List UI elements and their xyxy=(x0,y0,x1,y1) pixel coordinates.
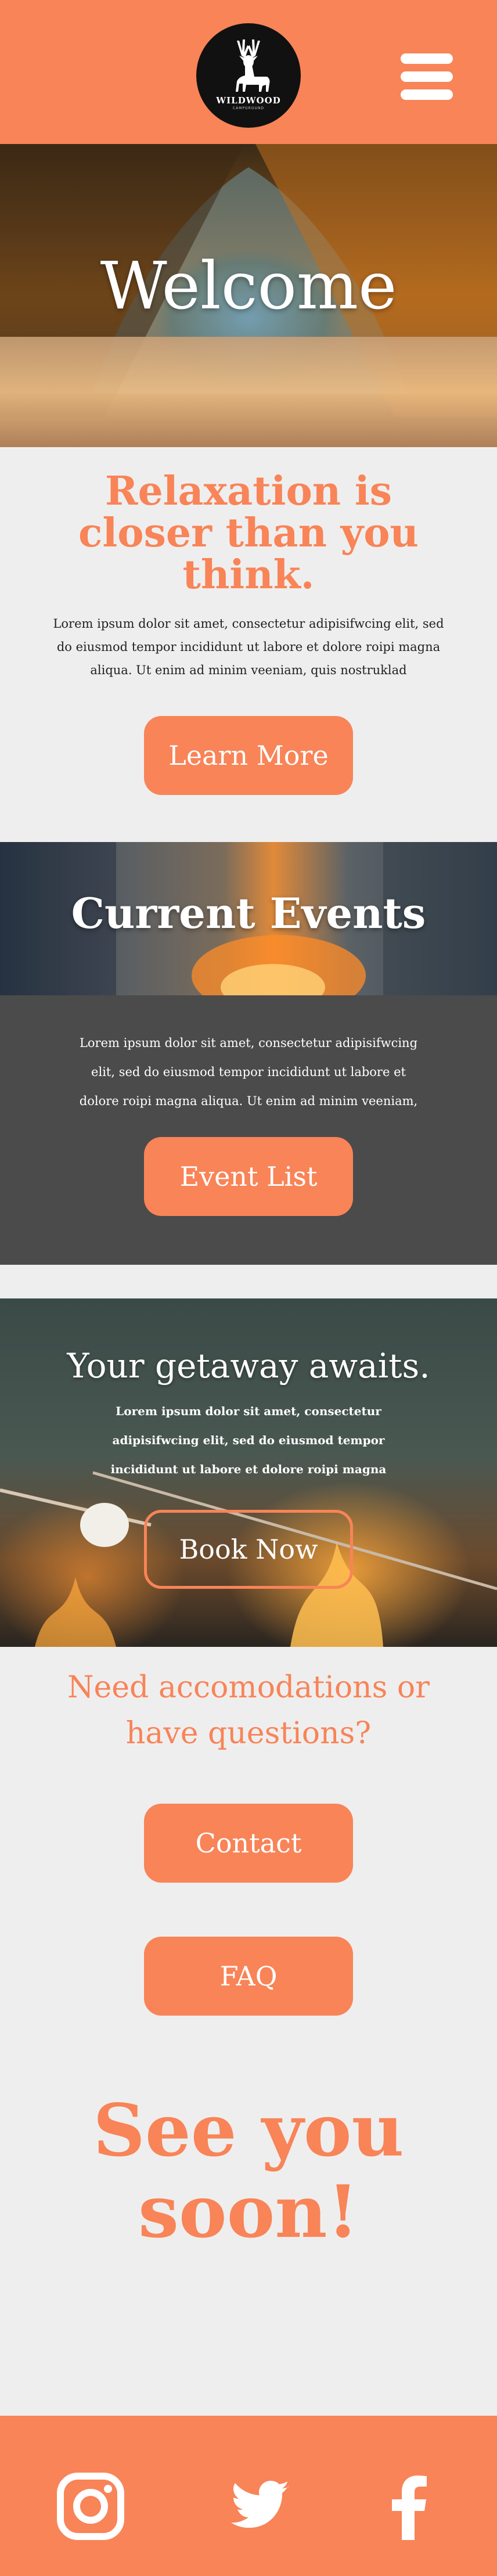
intro-heading-line-3: think. xyxy=(182,552,315,598)
getaway-body-line-2: adipisifwcing elit, sed do eiusmod tempo… xyxy=(112,1433,385,1447)
event-list-button[interactable]: Event List xyxy=(144,1137,353,1216)
intro-body-line-2: do eiusmod tempor incididunt ut labore e… xyxy=(56,640,441,654)
questions-heading-line-2: have questions? xyxy=(125,1716,372,1751)
intro-body-line-1: Lorem ipsum dolor sit amet, consectetur … xyxy=(53,617,444,631)
getaway-body-line-1: Lorem ipsum dolor sit amet, consectetur xyxy=(116,1404,381,1418)
events-panel: Lorem ipsum dolor sit amet, consectetur … xyxy=(0,995,497,1265)
header: WILDWOOD CAMPGROUND xyxy=(0,0,497,144)
logo-text: WILDWOOD xyxy=(216,95,281,106)
hero-banner: Welcome xyxy=(0,144,497,447)
events-body-line-2: elit, sed do eiusmod tempor incididunt u… xyxy=(91,1065,406,1079)
getaway-body-line-3: incididunt ut labore et dolore roipi mag… xyxy=(110,1462,387,1476)
instagram-icon[interactable] xyxy=(56,2471,125,2541)
getaway-title: Your getaway awaits. xyxy=(67,1346,430,1386)
hero-title: Welcome xyxy=(100,249,397,324)
logo-subtitle: CAMPGROUND xyxy=(232,106,265,110)
events-title: Current Events xyxy=(71,888,426,938)
deer-icon xyxy=(236,39,270,92)
wildwood-logo[interactable]: WILDWOOD CAMPGROUND xyxy=(196,23,301,128)
twitter-icon[interactable] xyxy=(224,2471,294,2541)
farewell-line-1: See you xyxy=(93,2089,404,2173)
events-image: Current Events xyxy=(0,842,497,995)
intro-body-line-3: aliqua. Ut enim ad minim veeniam, quis n… xyxy=(90,663,407,677)
hamburger-menu-icon[interactable] xyxy=(401,53,453,100)
events-body-line-1: Lorem ipsum dolor sit amet, consectetur … xyxy=(79,1036,418,1050)
getaway-banner: Your getaway awaits. Lorem ipsum dolor s… xyxy=(0,1298,497,1647)
questions-heading-line-1: Need accomodations or xyxy=(67,1670,430,1705)
events-body-line-3: dolore roipi magna aliqua. Ut enim ad mi… xyxy=(79,1094,418,1108)
book-now-button[interactable]: Book Now xyxy=(144,1510,353,1589)
facebook-icon[interactable] xyxy=(374,2471,444,2541)
intro-heading-line-2: closer than you xyxy=(78,510,419,556)
faq-button[interactable]: FAQ xyxy=(144,1937,353,2016)
tent-floor xyxy=(0,337,497,447)
intro-heading-line-1: Relaxation is xyxy=(105,468,392,515)
footer xyxy=(0,2416,497,2576)
contact-button[interactable]: Contact xyxy=(144,1804,353,1883)
farewell-line-2: soon! xyxy=(138,2170,359,2254)
learn-more-button[interactable]: Learn More xyxy=(144,716,353,795)
